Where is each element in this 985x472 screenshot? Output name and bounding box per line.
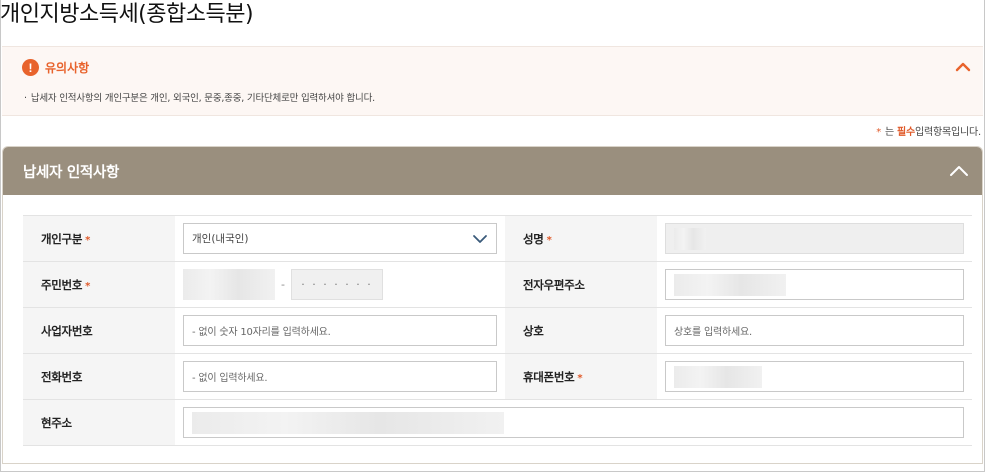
business-number-label: 사업자번호 bbox=[23, 307, 175, 354]
label-text: 성명 bbox=[523, 231, 544, 246]
address-cell bbox=[175, 399, 972, 446]
resident-number-dash: - bbox=[281, 278, 285, 291]
form-row: 사업자번호 - 없이 숫자 10자리를 입력하세요. 상호 상호를 입력하세요. bbox=[23, 307, 972, 354]
chevron-up-icon[interactable] bbox=[948, 160, 970, 182]
label-text: 휴대폰번호 bbox=[523, 369, 575, 384]
individual-type-cell: 개인(내국인) bbox=[175, 215, 505, 262]
email-field[interactable] bbox=[665, 269, 964, 300]
notice-text: · 납세자 인적사항의 개인구분은 개인, 외국인, 문중,종중, 기타단체로만 … bbox=[24, 90, 375, 104]
resident-number-front-field[interactable] bbox=[183, 269, 275, 300]
label-text: 사업자번호 bbox=[41, 323, 93, 338]
address-field[interactable] bbox=[183, 407, 964, 438]
resident-number-group: - · · · · · · · bbox=[183, 269, 497, 300]
label-text: 전화번호 bbox=[41, 369, 83, 384]
taxpayer-form: 개인구분 * 개인(내국인) 성명 * 주민번호 * - · · · · · ·… bbox=[23, 215, 972, 446]
form-row: 현주소 bbox=[23, 399, 972, 446]
label-text: 개인구분 bbox=[41, 231, 83, 246]
resident-number-cell: - · · · · · · · bbox=[175, 261, 505, 308]
company-name-field[interactable]: 상호를 입력하세요. bbox=[665, 315, 964, 346]
resident-number-label: 주민번호 * bbox=[23, 261, 175, 308]
label-text: 전자우편주소 bbox=[523, 277, 585, 292]
name-cell bbox=[657, 215, 972, 262]
company-name-cell: 상호를 입력하세요. bbox=[657, 307, 972, 354]
chevron-up-icon[interactable] bbox=[953, 57, 973, 77]
label-text: 상호 bbox=[523, 323, 544, 338]
business-number-cell: - 없이 숫자 10자리를 입력하세요. bbox=[175, 307, 505, 354]
required-star: * bbox=[85, 234, 91, 246]
required-star: * bbox=[85, 280, 91, 292]
company-name-label: 상호 bbox=[505, 307, 657, 354]
business-number-field[interactable]: - 없이 숫자 10자리를 입력하세요. bbox=[183, 315, 497, 346]
form-row: 전화번호 - 없이 입력하세요. 휴대폰번호 * bbox=[23, 353, 972, 400]
phone-cell: - 없이 입력하세요. bbox=[175, 353, 505, 400]
label-text: 현주소 bbox=[41, 415, 72, 430]
page-title: 개인지방소득세(종합소득분) bbox=[0, 2, 254, 27]
redacted-text bbox=[674, 273, 786, 296]
required-legend-emphasis: 필수 bbox=[897, 127, 916, 138]
name-field bbox=[665, 223, 964, 254]
email-cell bbox=[657, 261, 972, 308]
redacted-text bbox=[674, 365, 762, 388]
mobile-cell bbox=[657, 353, 972, 400]
name-label: 성명 * bbox=[505, 215, 657, 262]
phone-field[interactable]: - 없이 입력하세요. bbox=[183, 361, 497, 392]
notice-message: 납세자 인적사항의 개인구분은 개인, 외국인, 문중,종중, 기타단체로만 입… bbox=[30, 93, 375, 104]
form-row: 주민번호 * - · · · · · · · 전자우편주소 bbox=[23, 261, 972, 308]
individual-type-label: 개인구분 * bbox=[23, 215, 175, 262]
individual-type-select[interactable]: 개인(내국인) bbox=[183, 223, 497, 254]
address-label: 현주소 bbox=[23, 399, 175, 446]
resident-number-back-field[interactable]: · · · · · · · bbox=[291, 269, 383, 300]
redacted-text bbox=[192, 411, 504, 434]
required-legend-prefix: 는 bbox=[885, 127, 895, 138]
form-row: 개인구분 * 개인(내국인) 성명 * bbox=[23, 215, 972, 262]
notice-title: 유의사항 bbox=[45, 61, 90, 75]
mobile-field[interactable] bbox=[665, 361, 964, 392]
notice-bullet: · bbox=[24, 93, 27, 104]
label-text: 주민번호 bbox=[41, 277, 83, 292]
mobile-label: 휴대폰번호 * bbox=[505, 353, 657, 400]
warning-icon: ! bbox=[22, 59, 39, 76]
required-legend: * 는 필수입력항목입니다. bbox=[876, 123, 981, 138]
notice-header: ! 유의사항 bbox=[22, 59, 89, 76]
chevron-down-icon bbox=[472, 232, 488, 246]
individual-type-value: 개인(내국인) bbox=[192, 233, 249, 245]
taxpayer-info-section: 납세자 인적사항 개인구분 * 개인(내국인) 성명 * 주민번호 * - · … bbox=[2, 146, 983, 464]
required-star: * bbox=[577, 372, 583, 384]
email-label: 전자우편주소 bbox=[505, 261, 657, 308]
required-star: * bbox=[546, 234, 552, 246]
section-header: 납세자 인적사항 bbox=[3, 147, 982, 195]
required-legend-suffix: 입력항목입니다. bbox=[915, 127, 981, 138]
section-title: 납세자 인적사항 bbox=[23, 165, 120, 181]
redacted-text bbox=[674, 227, 706, 250]
notice-panel: ! 유의사항 · 납세자 인적사항의 개인구분은 개인, 외국인, 문중,종중, … bbox=[2, 46, 983, 116]
required-star: * bbox=[876, 127, 882, 138]
phone-label: 전화번호 bbox=[23, 353, 175, 400]
